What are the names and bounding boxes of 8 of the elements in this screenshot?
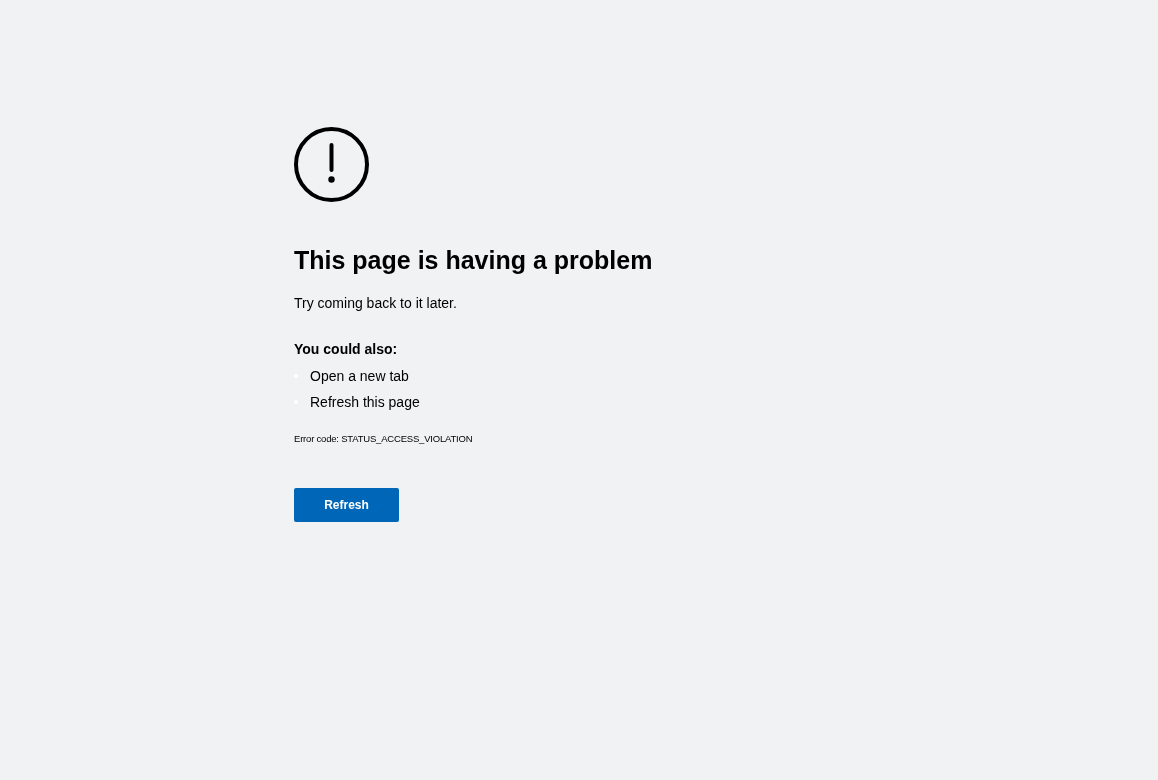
error-code: Error code: STATUS_ACCESS_VIOLATION <box>294 432 473 446</box>
error-heading: This page is having a problem <box>294 245 653 276</box>
exclamation-circle-icon <box>294 127 369 202</box>
suggestions-title: You could also: <box>294 340 398 359</box>
suggestion-text: Open a new tab <box>310 367 409 386</box>
error-message: Try coming back to it later. <box>294 294 457 313</box>
refresh-button[interactable]: Refresh <box>294 488 399 522</box>
suggestion-text: Refresh this page <box>310 393 420 412</box>
